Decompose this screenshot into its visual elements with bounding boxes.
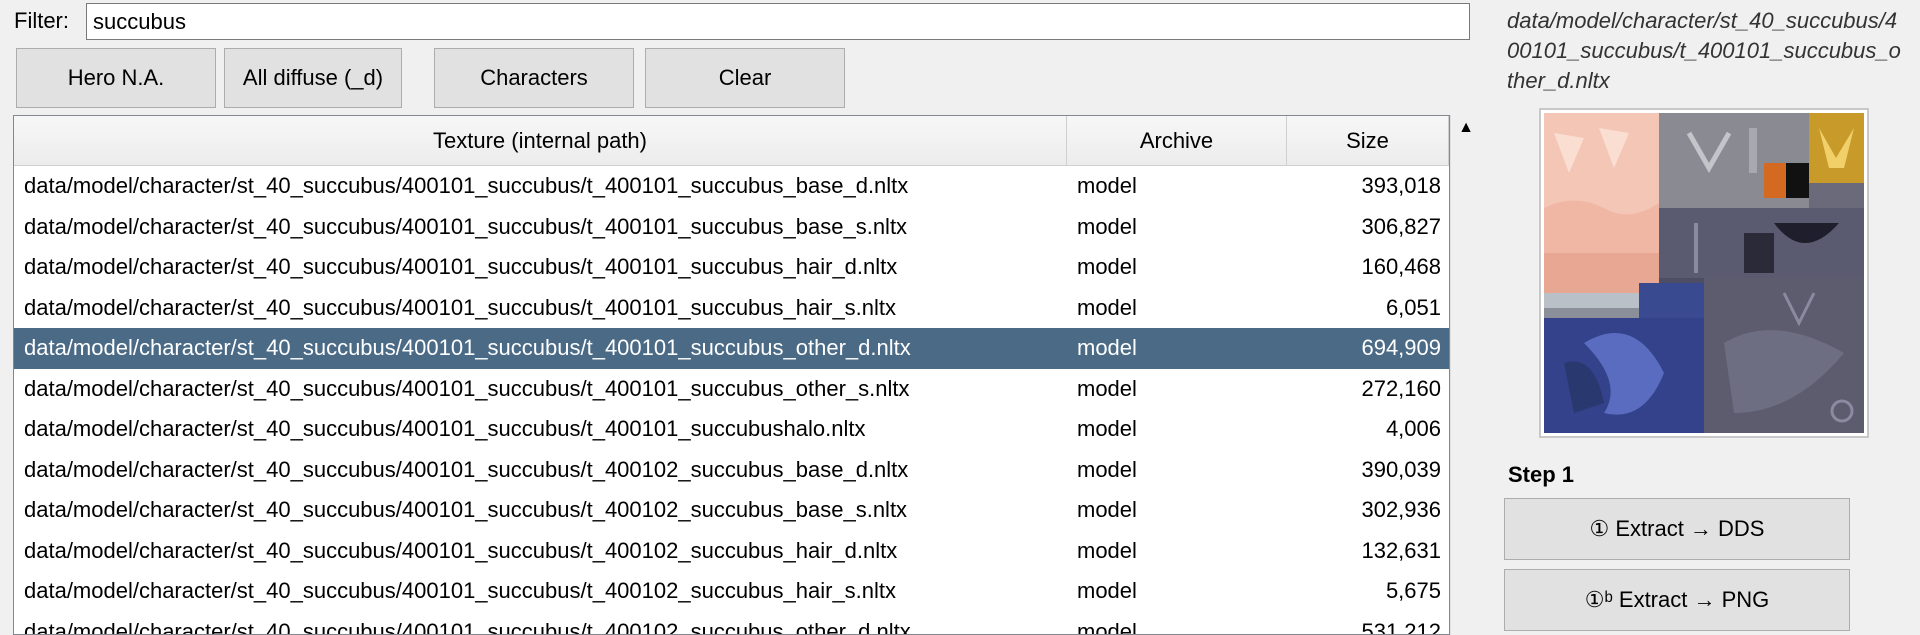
- cell-archive: model: [1077, 335, 1137, 361]
- preview-path-label: data/model/character/st_40_succubus/4001…: [1507, 8, 1901, 93]
- table-row[interactable]: data/model/character/st_40_succubus/4001…: [14, 369, 1449, 410]
- cell-path: data/model/character/st_40_succubus/4001…: [24, 335, 911, 361]
- cell-size: 132,631: [1361, 537, 1441, 563]
- extract-dds-button[interactable]: ① Extract → DDS: [1504, 498, 1850, 560]
- cell-path: data/model/character/st_40_succubus/4001…: [24, 618, 911, 635]
- cell-archive: model: [1077, 456, 1137, 482]
- column-header-texture[interactable]: Texture (internal path): [14, 116, 1067, 166]
- cell-archive: model: [1077, 173, 1137, 199]
- table-row[interactable]: data/model/character/st_40_succubus/4001…: [14, 612, 1449, 635]
- cell-archive: model: [1077, 618, 1137, 635]
- cell-archive: model: [1077, 578, 1137, 604]
- cell-size: 302,936: [1361, 497, 1441, 523]
- cell-archive: model: [1077, 254, 1137, 280]
- cell-path: data/model/character/st_40_succubus/4001…: [24, 173, 909, 199]
- cell-path: data/model/character/st_40_succubus/4001…: [24, 537, 898, 563]
- cell-path: data/model/character/st_40_succubus/4001…: [24, 254, 898, 280]
- cell-archive: model: [1077, 294, 1137, 320]
- table-row[interactable]: data/model/character/st_40_succubus/4001…: [14, 450, 1449, 491]
- table-row[interactable]: data/model/character/st_40_succubus/4001…: [14, 531, 1449, 572]
- table-row[interactable]: data/model/character/st_40_succubus/4001…: [14, 409, 1449, 450]
- cell-size: 390,039: [1361, 456, 1441, 482]
- column-header-size[interactable]: Size: [1287, 116, 1449, 166]
- table-row[interactable]: data/model/character/st_40_succubus/4001…: [14, 490, 1449, 531]
- cell-size: 4,006: [1385, 416, 1441, 442]
- cell-size: 6,051: [1385, 294, 1441, 320]
- step-label: Step 1: [1508, 462, 1575, 487]
- cell-path: data/model/character/st_40_succubus/4001…: [24, 375, 910, 401]
- table-row[interactable]: data/model/character/st_40_succubus/4001…: [14, 571, 1449, 612]
- table-row-selected[interactable]: data/model/character/st_40_succubus/4001…: [14, 328, 1449, 369]
- table-body: data/model/character/st_40_succubus/4001…: [14, 166, 1449, 635]
- filter-label: Filter:: [14, 8, 69, 33]
- cell-path: data/model/character/st_40_succubus/4001…: [24, 416, 866, 442]
- table-row[interactable]: data/model/character/st_40_succubus/4001…: [14, 207, 1449, 248]
- cell-size: 160,468: [1361, 254, 1441, 280]
- characters-button[interactable]: Characters: [434, 48, 634, 108]
- cell-path: data/model/character/st_40_succubus/4001…: [24, 294, 897, 320]
- cell-archive: model: [1077, 416, 1137, 442]
- table-header: Texture (internal path) Archive Size: [14, 116, 1449, 166]
- texture-preview: [1539, 108, 1869, 438]
- cell-size: 5,675: [1385, 578, 1441, 604]
- cell-archive: model: [1077, 375, 1137, 401]
- table-row[interactable]: data/model/character/st_40_succubus/4001…: [14, 288, 1449, 329]
- cell-archive: model: [1077, 497, 1137, 523]
- texture-table: Texture (internal path) Archive Size dat…: [13, 115, 1450, 635]
- table-row[interactable]: data/model/character/st_40_succubus/4001…: [14, 166, 1449, 207]
- cell-path: data/model/character/st_40_succubus/4001…: [24, 456, 909, 482]
- table-row[interactable]: data/model/character/st_40_succubus/4001…: [14, 247, 1449, 288]
- table-vertical-scrollbar[interactable]: ▲: [1450, 115, 1480, 635]
- cell-path: data/model/character/st_40_succubus/4001…: [24, 213, 908, 239]
- texture-preview-image: [1544, 113, 1864, 433]
- clear-button[interactable]: Clear: [645, 48, 845, 108]
- column-header-archive[interactable]: Archive: [1067, 116, 1287, 166]
- cell-path: data/model/character/st_40_succubus/4001…: [24, 497, 908, 523]
- all-diffuse-button[interactable]: All diffuse (_d): [224, 48, 402, 108]
- cell-size: 272,160: [1361, 375, 1441, 401]
- extract-png-button[interactable]: ①ᵇ Extract → PNG: [1504, 569, 1850, 631]
- hero-na-button[interactable]: Hero N.A.: [16, 48, 216, 108]
- texture-browser-window: Filter: Hero N.A. All diffuse (_d) Chara…: [0, 0, 1920, 635]
- filter-input[interactable]: [86, 3, 1470, 40]
- scroll-up-arrow-icon[interactable]: ▲: [1451, 115, 1481, 141]
- cell-size: 393,018: [1361, 173, 1441, 199]
- cell-size: 694,909: [1361, 335, 1441, 361]
- cell-size: 531,212: [1361, 618, 1441, 635]
- cell-archive: model: [1077, 213, 1137, 239]
- cell-size: 306,827: [1361, 213, 1441, 239]
- cell-path: data/model/character/st_40_succubus/4001…: [24, 578, 897, 604]
- cell-archive: model: [1077, 537, 1137, 563]
